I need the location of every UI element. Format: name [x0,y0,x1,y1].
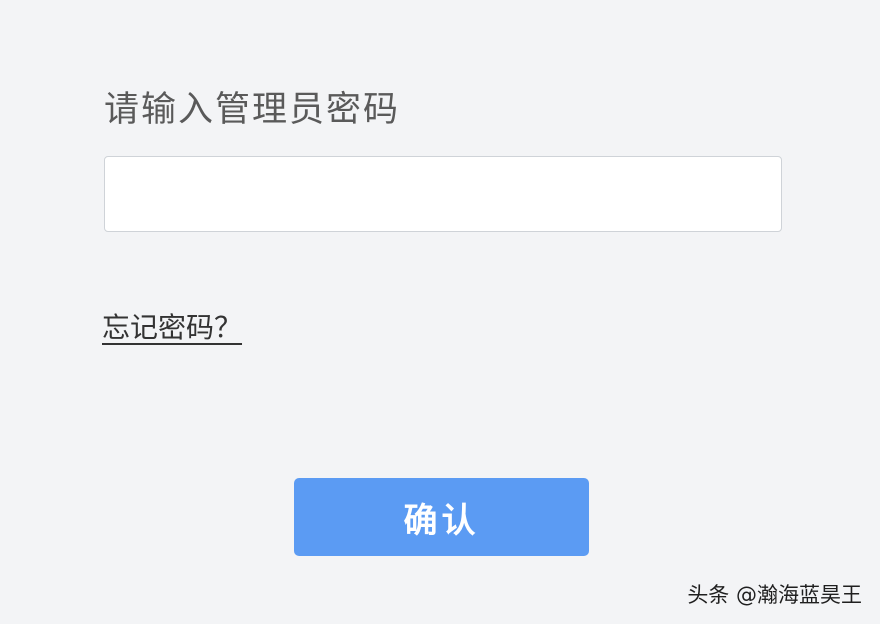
page-title: 请输入管理员密码 [104,90,401,130]
forgot-password-link[interactable]: 忘记密码？ [102,308,242,348]
confirm-button[interactable]: 确认 [294,478,589,556]
password-input[interactable] [104,156,782,232]
watermark: 头条 @瀚海蓝昊王 [687,583,862,607]
login-page: 请输入管理员密码 忘记密码？ 确认 头条 @瀚海蓝昊王 [0,0,880,624]
